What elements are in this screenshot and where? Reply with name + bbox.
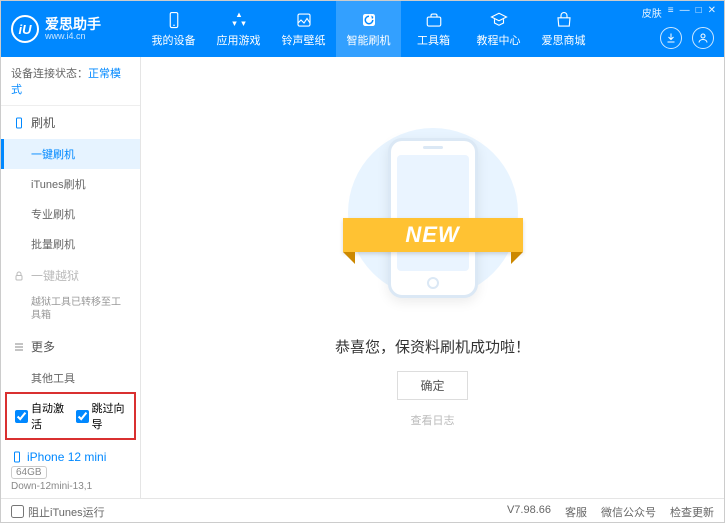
app-header: iU 爱思助手 www.i4.cn 我的设备 应用游戏 铃声壁纸 智能刷机 工具… (1, 1, 724, 57)
apps-icon (230, 11, 248, 29)
ok-button[interactable]: 确定 (397, 371, 467, 400)
logo: iU 爱思助手 www.i4.cn (1, 15, 141, 43)
menu-batch-flash[interactable]: 批量刷机 (1, 229, 140, 259)
skin-button[interactable]: 皮肤 (642, 5, 662, 20)
block-itunes-checkbox[interactable]: 阻止iTunes运行 (11, 504, 105, 520)
sidebar: 设备连接状态：正常模式 刷机 一键刷机 iTunes刷机 专业刷机 批量刷机 一… (1, 57, 141, 498)
maximize-button[interactable]: □ (696, 5, 702, 20)
wechat-link[interactable]: 微信公众号 (601, 504, 656, 520)
jailbreak-note: 越狱工具已转移至工具箱 (1, 292, 140, 330)
lock-icon (13, 270, 25, 282)
phone-small-icon (13, 117, 25, 129)
graduate-icon (490, 11, 508, 29)
device-name: iPhone 12 mini (11, 450, 130, 464)
check-update-link[interactable]: 检查更新 (670, 504, 714, 520)
nav-tutorials[interactable]: 教程中心 (466, 1, 531, 57)
section-jailbreak: 一键越狱 (1, 259, 140, 292)
app-title: 爱思助手 (45, 17, 101, 31)
account-button[interactable] (692, 27, 714, 49)
device-storage: 64GB (11, 466, 47, 479)
phone-icon (165, 11, 183, 29)
menu-other-tools[interactable]: 其他工具 (1, 363, 140, 388)
section-flash[interactable]: 刷机 (1, 106, 140, 139)
device-firmware: Down-12mini-13,1 (11, 481, 130, 492)
menu-oneclick-flash[interactable]: 一键刷机 (1, 139, 140, 169)
nav-my-device[interactable]: 我的设备 (141, 1, 206, 57)
skip-guide-checkbox[interactable]: 跳过向导 (76, 400, 127, 432)
store-icon (555, 11, 573, 29)
nav-ringtones[interactable]: 铃声壁纸 (271, 1, 336, 57)
nav-toolbox[interactable]: 工具箱 (401, 1, 466, 57)
app-logo-icon: iU (11, 15, 39, 43)
success-illustration: NEW (358, 128, 508, 318)
menu-itunes-flash[interactable]: iTunes刷机 (1, 169, 140, 199)
main-nav: 我的设备 应用游戏 铃声壁纸 智能刷机 工具箱 教程中心 爱思商城 (141, 1, 596, 57)
flash-icon (360, 11, 378, 29)
main-content: NEW 恭喜您，保资料刷机成功啦！ 确定 查看日志 (141, 57, 724, 498)
options-box: 自动激活 跳过向导 (5, 392, 136, 440)
wallpaper-icon (295, 11, 313, 29)
menu-pro-flash[interactable]: 专业刷机 (1, 199, 140, 229)
footer: 阻止iTunes运行 V7.98.66 客服 微信公众号 检查更新 (1, 498, 724, 524)
auto-activate-checkbox[interactable]: 自动激活 (15, 400, 66, 432)
download-button[interactable] (660, 27, 682, 49)
minimize-button[interactable]: — (680, 5, 690, 20)
menu-button[interactable]: ≡ (668, 5, 674, 20)
header-actions (660, 27, 714, 49)
support-link[interactable]: 客服 (565, 504, 587, 520)
window-controls: 皮肤 ≡ — □ ✕ (642, 5, 716, 20)
app-url: www.i4.cn (45, 31, 101, 42)
nav-apps[interactable]: 应用游戏 (206, 1, 271, 57)
toolbox-icon (425, 11, 443, 29)
device-phone-icon (11, 451, 23, 463)
connection-status: 设备连接状态：正常模式 (1, 57, 140, 106)
nav-flash[interactable]: 智能刷机 (336, 1, 401, 57)
version-label: V7.98.66 (507, 504, 551, 520)
close-button[interactable]: ✕ (708, 5, 716, 20)
success-message: 恭喜您，保资料刷机成功啦！ (335, 336, 530, 357)
nav-store[interactable]: 爱思商城 (531, 1, 596, 57)
list-icon (13, 341, 25, 353)
new-banner: NEW (343, 218, 523, 252)
device-info[interactable]: iPhone 12 mini 64GB Down-12mini-13,1 (1, 444, 140, 498)
section-more[interactable]: 更多 (1, 330, 140, 363)
view-log-link[interactable]: 查看日志 (411, 412, 455, 428)
